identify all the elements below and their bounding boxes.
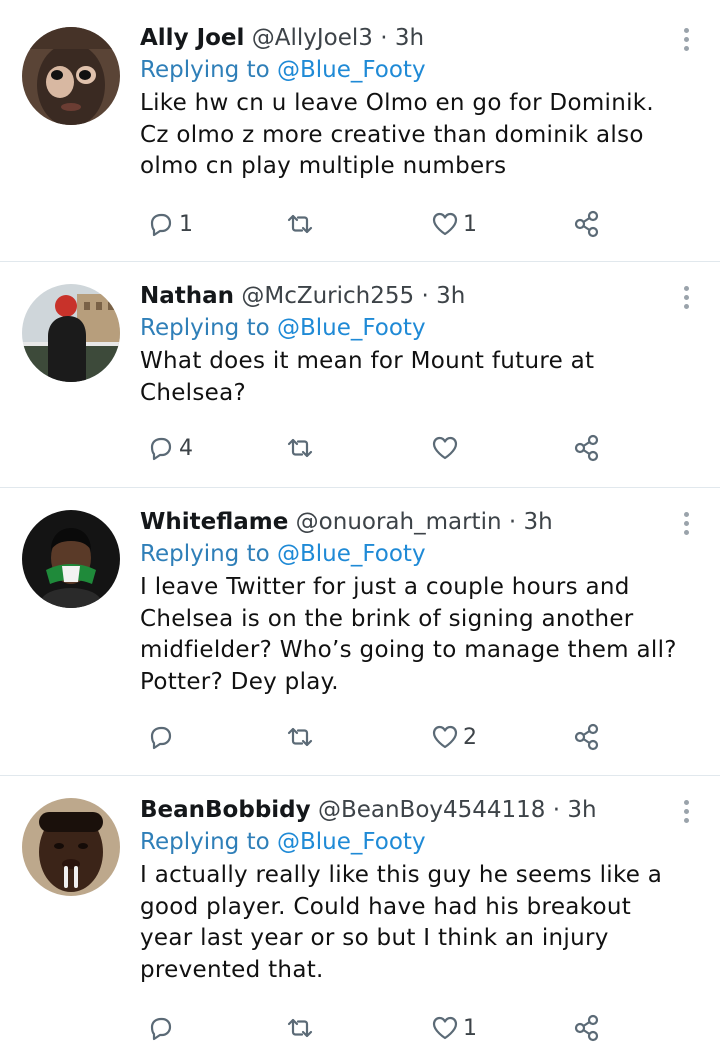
separator-dot: · <box>421 283 429 309</box>
avatar[interactable] <box>22 284 120 382</box>
avatar[interactable] <box>22 510 120 608</box>
timestamp[interactable]: 3h <box>567 797 596 823</box>
replying-to-label: Replying to <box>140 829 270 855</box>
heart-icon <box>432 436 458 460</box>
share-icon <box>574 434 599 462</box>
retweet-icon <box>287 1018 313 1038</box>
timestamp[interactable]: 3h <box>395 25 424 51</box>
heart-icon <box>432 725 458 749</box>
user-handle[interactable]: @AllyJoel3 <box>252 25 373 51</box>
tweet-actions: 2 <box>140 717 620 757</box>
display-name[interactable]: BeanBobbidy <box>140 797 311 823</box>
share-button[interactable] <box>572 717 602 757</box>
separator-dot: · <box>380 25 388 51</box>
tweet-card[interactable]: BeanBobbidy @BeanBoy4544118 · 3h Replyin… <box>0 776 720 1064</box>
reply-icon <box>150 1017 172 1041</box>
replying-to-label: Replying to <box>140 315 270 341</box>
more-vertical-icon[interactable] <box>682 28 690 54</box>
user-handle[interactable]: @BeanBoy4544118 <box>318 797 546 823</box>
like-count: 1 <box>463 1015 477 1041</box>
avatar[interactable] <box>22 27 120 125</box>
separator-dot: · <box>552 797 561 823</box>
user-handle[interactable]: @McZurich255 <box>241 283 414 309</box>
like-count: 2 <box>463 724 477 750</box>
reply-button[interactable]: 1 <box>146 204 193 244</box>
tweet-header: Whiteflame @onuorah_martin · 3h <box>140 506 686 538</box>
share-button[interactable] <box>572 428 602 468</box>
replying-to-line: Replying to @Blue_Footy <box>140 826 686 858</box>
display-name[interactable]: Nathan <box>140 283 234 309</box>
reply-icon <box>150 213 172 237</box>
reply-count: 4 <box>179 435 193 461</box>
tweet-actions: 4 <box>140 428 620 468</box>
timestamp[interactable]: 3h <box>523 509 552 535</box>
share-icon <box>574 210 599 238</box>
share-button[interactable] <box>572 204 602 244</box>
tweet-actions: 1 <box>140 1008 620 1048</box>
tweet-card[interactable]: Ally Joel @AllyJoel3 · 3h Replying to @B… <box>0 0 720 262</box>
mention-link[interactable]: @Blue_Footy <box>277 315 426 341</box>
retweet-button[interactable] <box>285 204 318 244</box>
mention-link[interactable]: @Blue_Footy <box>277 57 426 83</box>
more-vertical-icon[interactable] <box>682 800 690 826</box>
like-count: 1 <box>463 211 477 237</box>
mention-link[interactable]: @Blue_Footy <box>277 541 426 567</box>
reply-button[interactable] <box>146 1008 179 1048</box>
tweet-header: Nathan @McZurich255 · 3h <box>140 280 686 312</box>
replying-to-line: Replying to @Blue_Footy <box>140 312 686 344</box>
replying-to-line: Replying to @Blue_Footy <box>140 538 686 570</box>
retweet-button[interactable] <box>285 1008 318 1048</box>
reply-button[interactable] <box>146 717 179 757</box>
user-handle[interactable]: @onuorah_martin <box>296 509 502 535</box>
tweet-text: Like hw cn u leave Olmo en go for Domini… <box>140 90 655 179</box>
replying-to-line: Replying to @Blue_Footy <box>140 54 686 86</box>
tweet-text: What does it mean for Mount future at Ch… <box>140 348 595 406</box>
reply-button[interactable]: 4 <box>146 428 193 468</box>
heart-icon <box>432 1016 458 1040</box>
replying-to-label: Replying to <box>140 57 270 83</box>
tweet-card[interactable]: Nathan @McZurich255 · 3h Replying to @Bl… <box>0 262 720 488</box>
tweet-card[interactable]: Whiteflame @onuorah_martin · 3h Replying… <box>0 488 720 776</box>
like-button[interactable]: 1 <box>430 1008 477 1048</box>
more-vertical-icon[interactable] <box>682 512 690 538</box>
display-name[interactable]: Whiteflame <box>140 509 288 535</box>
timestamp[interactable]: 3h <box>436 283 465 309</box>
tweet-text: I actually really like this guy he seems… <box>140 862 663 983</box>
reply-count: 1 <box>179 211 193 237</box>
share-icon <box>574 723 599 751</box>
heart-icon <box>432 212 458 236</box>
tweet-header: Ally Joel @AllyJoel3 · 3h <box>140 22 686 54</box>
avatar[interactable] <box>22 798 120 896</box>
reply-icon <box>150 726 172 750</box>
reply-feed: Ally Joel @AllyJoel3 · 3h Replying to @B… <box>0 0 720 1064</box>
more-vertical-icon[interactable] <box>682 286 690 312</box>
retweet-icon <box>287 438 313 458</box>
tweet-header: BeanBobbidy @BeanBoy4544118 · 3h <box>140 794 686 826</box>
tweet-text: I leave Twitter for just a couple hours … <box>140 574 677 695</box>
mention-link[interactable]: @Blue_Footy <box>277 829 426 855</box>
like-button[interactable]: 2 <box>430 717 477 757</box>
retweet-icon <box>287 727 313 747</box>
like-button[interactable]: 1 <box>430 204 477 244</box>
retweet-button[interactable] <box>285 717 318 757</box>
tweet-actions: 1 1 <box>140 204 620 244</box>
display-name[interactable]: Ally Joel <box>140 25 244 51</box>
retweet-button[interactable] <box>285 428 318 468</box>
retweet-icon <box>287 214 313 234</box>
reply-icon <box>150 437 172 461</box>
like-button[interactable] <box>430 428 463 468</box>
separator-dot: · <box>508 509 517 535</box>
share-button[interactable] <box>572 1008 602 1048</box>
share-icon <box>574 1014 599 1042</box>
replying-to-label: Replying to <box>140 541 270 567</box>
